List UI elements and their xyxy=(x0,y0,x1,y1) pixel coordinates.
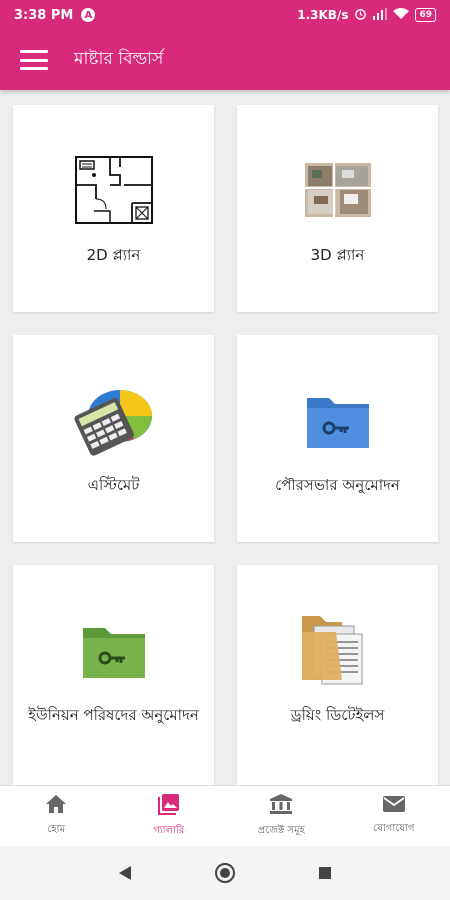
card-label: ড্রয়িং ডিটেইলস xyxy=(290,706,385,724)
notification-a-icon: A xyxy=(81,8,96,22)
status-time: 3:38 PM xyxy=(14,7,74,23)
status-bar: 3:38 PM A 1.3KB/s 69 xyxy=(0,0,450,30)
card-label: 3D প্ল্যান xyxy=(310,246,365,264)
home-button-icon[interactable] xyxy=(210,858,240,888)
card-municipality-approval[interactable]: পৌরসভার অনুমোদন xyxy=(237,335,438,542)
network-speed: 1.3KB/s xyxy=(297,8,349,22)
battery-icon: 69 xyxy=(415,8,436,22)
nav-contact[interactable]: যোগাযোগ xyxy=(338,786,450,846)
app-bar: মাষ্টার বিল্ডার্স xyxy=(0,30,450,90)
card-label: এস্টিমেট xyxy=(87,476,140,494)
calculator-icon xyxy=(54,380,174,460)
system-nav-bar xyxy=(0,846,450,900)
documents-folder-icon xyxy=(278,610,398,690)
card-union-approval[interactable]: ইউনিয়ন পরিষদের অনুমোদন xyxy=(13,565,214,785)
card-2d-plan[interactable]: 2D প্ল্যান xyxy=(13,105,214,312)
green-folder-key-icon xyxy=(54,610,174,690)
wifi-icon xyxy=(393,7,410,23)
menu-icon[interactable] xyxy=(20,50,48,70)
nav-gallery[interactable]: গ্যালারি xyxy=(113,786,226,846)
back-icon[interactable] xyxy=(110,858,140,888)
nav-label: যোগাযোগ xyxy=(373,822,415,834)
signal-icon xyxy=(373,7,388,23)
card-3d-plan[interactable]: 3D প্ল্যান xyxy=(237,105,438,312)
card-label: 2D প্ল্যান xyxy=(86,246,141,264)
alarm-icon xyxy=(354,7,367,23)
nav-label: হোম xyxy=(47,823,66,835)
card-label: পৌরসভার অনুমোদন xyxy=(275,476,400,494)
card-label: ইউনিয়ন পরিষদের অনুমোদন xyxy=(28,706,199,724)
nav-label: গ্যালারি xyxy=(153,824,185,836)
blue-folder-key-icon xyxy=(278,380,398,460)
gallery-icon xyxy=(157,793,180,819)
bottom-nav: হোম গ্যালারি প্রজেক্ট সমূহ যোগাযোগ xyxy=(0,785,450,846)
app-title: মাষ্টার বিল্ডার্স xyxy=(74,49,164,69)
card-estimate[interactable]: এস্টিমেট xyxy=(13,335,214,542)
floor-plan-2d-icon xyxy=(54,150,174,230)
floor-plan-3d-icon xyxy=(278,150,398,230)
home-icon xyxy=(45,794,67,818)
bank-icon xyxy=(269,793,293,819)
nav-home[interactable]: হোম xyxy=(0,786,113,846)
nav-label: প্রজেক্ট সমূহ xyxy=(257,824,305,836)
mail-icon xyxy=(382,795,406,817)
nav-projects[interactable]: প্রজেক্ট সমূহ xyxy=(225,786,338,846)
menu-grid: 2D প্ল্যান 3D প্ল্যান এস্টিমেট পৌরসভার অ… xyxy=(0,90,450,785)
card-drawing-details[interactable]: ড্রয়িং ডিটেইলস xyxy=(237,565,438,785)
recents-icon[interactable] xyxy=(310,858,340,888)
